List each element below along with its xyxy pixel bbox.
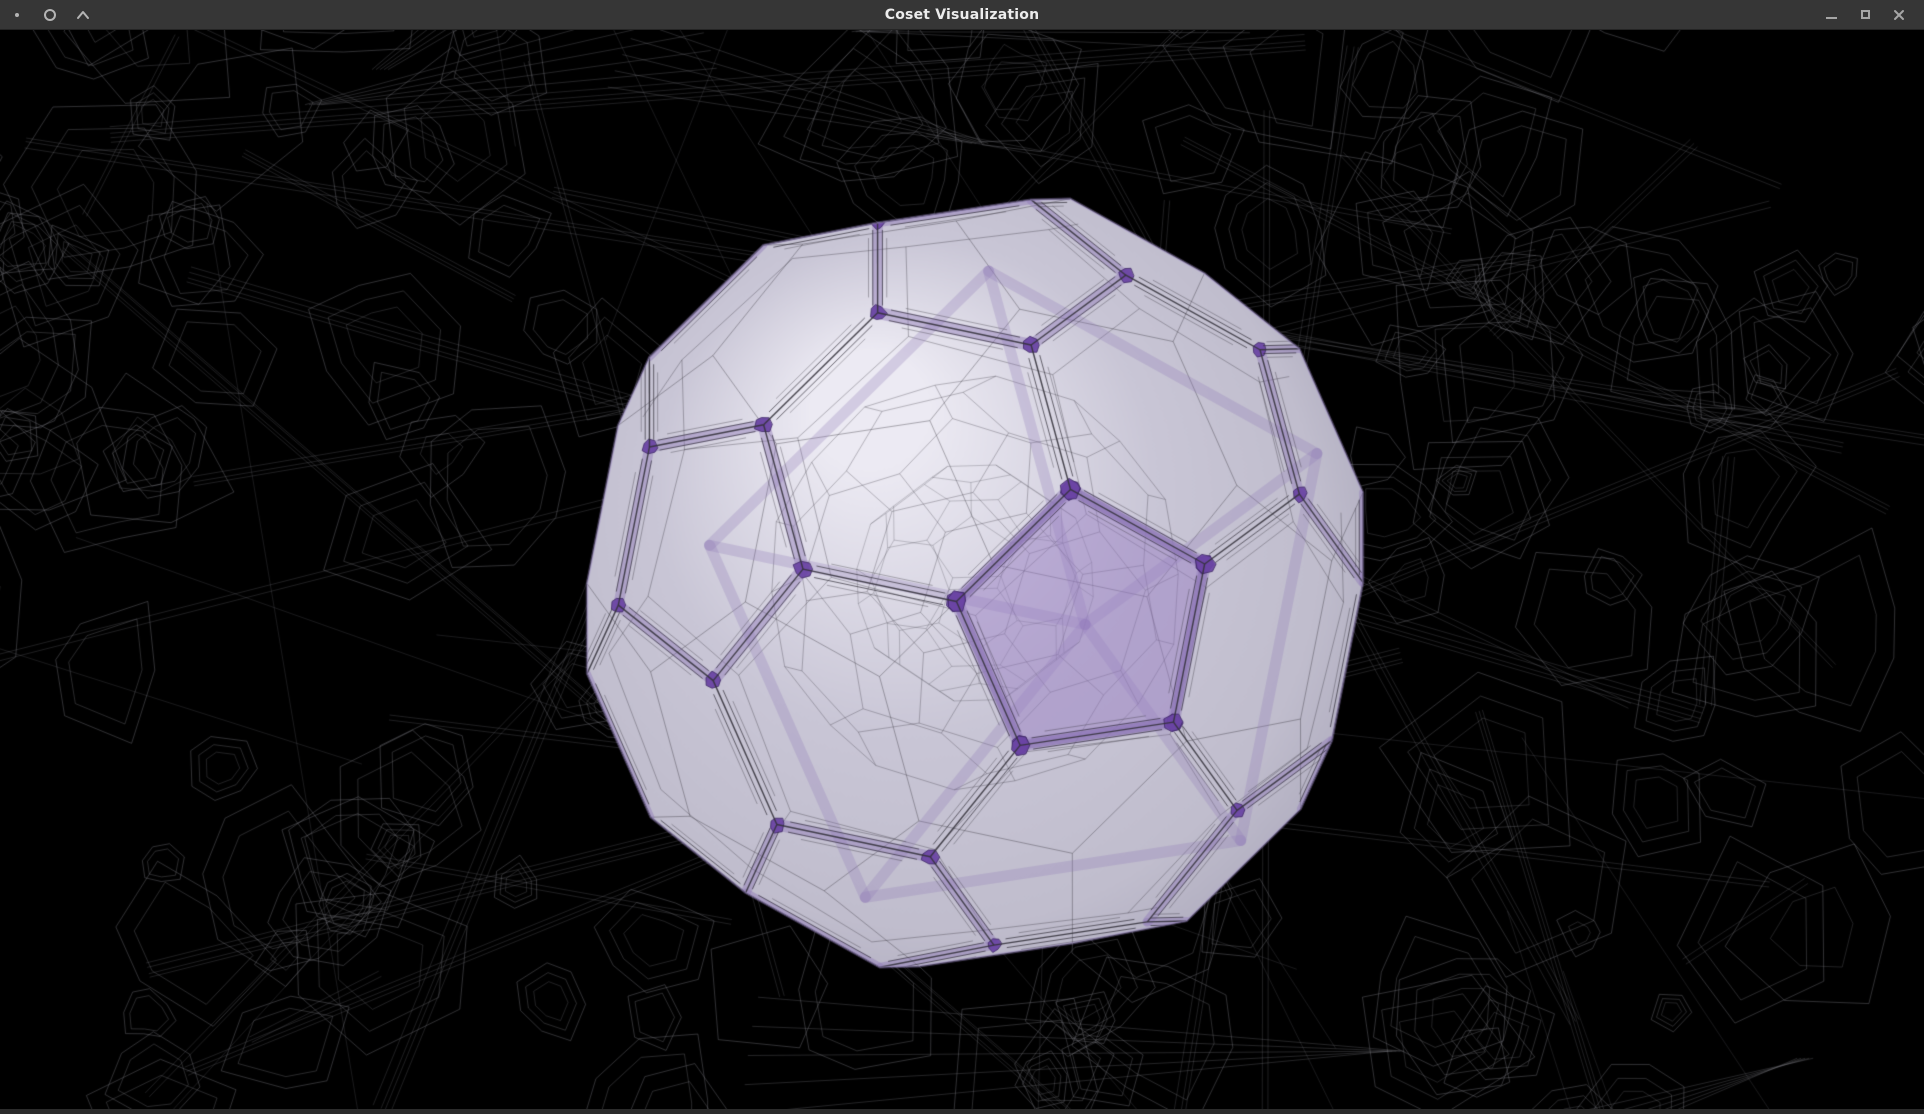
chevron-up-icon[interactable] [66,0,99,29]
visualization-canvas[interactable] [0,0,1924,1114]
window-controls [1814,0,1924,29]
bottom-bar [0,1109,1924,1114]
minimize-button[interactable] [1814,0,1848,29]
dot-icon [0,0,33,29]
maximize-button[interactable] [1848,0,1882,29]
circle-icon[interactable] [33,0,66,29]
app-window: Coset Visualization [0,0,1924,1114]
window-titlebar: Coset Visualization [0,0,1924,30]
close-button[interactable] [1882,0,1916,29]
window-title: Coset Visualization [0,7,1924,23]
titlebar-left-icons [0,0,99,29]
